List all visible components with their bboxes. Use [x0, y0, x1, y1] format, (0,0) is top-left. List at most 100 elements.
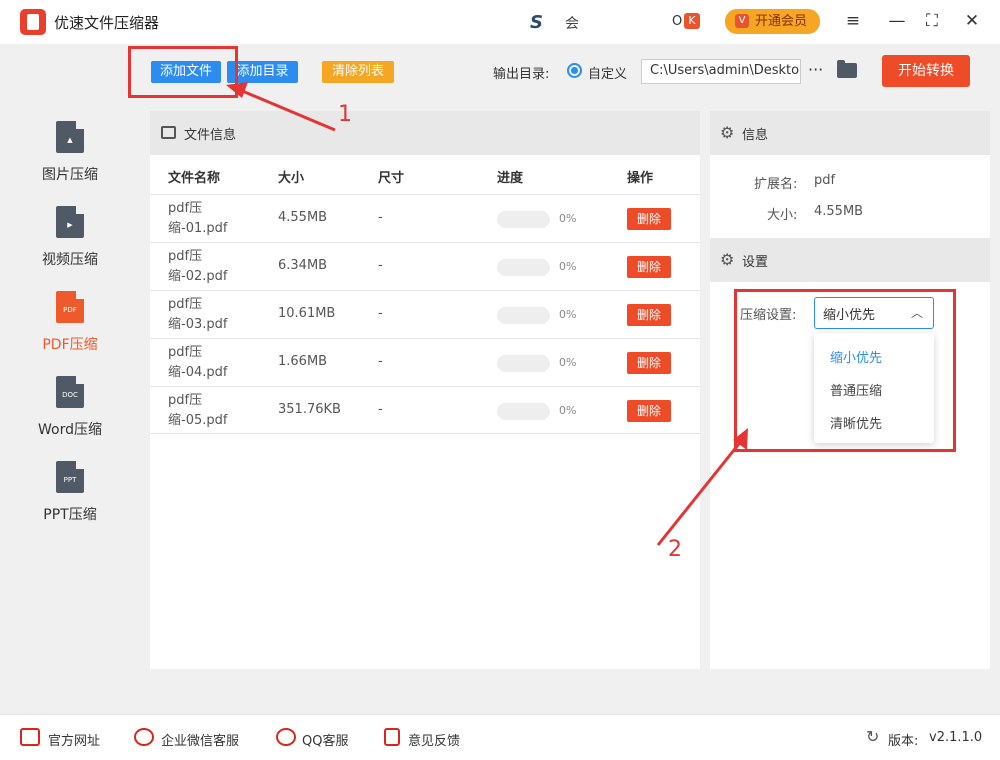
sidebar-item-label: PDF压缩: [42, 337, 98, 353]
progress-bar: [497, 211, 550, 228]
clear-list-button[interactable]: 清除列表: [322, 61, 394, 83]
video-file-icon: ▶: [56, 206, 84, 238]
delete-button[interactable]: 删除: [627, 208, 671, 230]
sidebar-item-label: PPT压缩: [43, 507, 97, 523]
progress-bar: [497, 307, 550, 324]
wechat-icon: [134, 728, 154, 746]
sidebar-item-pdf[interactable]: PDF PDF压缩: [0, 291, 140, 371]
website-link[interactable]: 官方网址: [48, 730, 100, 749]
annotation-number-1: 1: [338, 102, 352, 127]
output-dir-label: 输出目录:: [493, 67, 550, 82]
delete-button[interactable]: 删除: [627, 256, 671, 278]
file-name: pdf压缩-03.pdf: [168, 297, 228, 332]
file-size: 10.61MB: [278, 306, 336, 321]
size-label: 大小:: [767, 208, 798, 223]
table-row[interactable]: pdf压缩-02.pdf 6.34MB - 0% 删除: [150, 242, 700, 290]
file-dimensions: -: [378, 210, 383, 225]
table-row[interactable]: pdf压缩-04.pdf 1.66MB - 0% 删除: [150, 338, 700, 386]
progress-percent: 0%: [559, 260, 577, 273]
start-convert-button[interactable]: 开始转换: [882, 55, 970, 87]
annotation-box-1: [128, 46, 238, 98]
ext-value: pdf: [814, 173, 836, 188]
annotation-box-2: [734, 289, 956, 452]
sidebar-item-ppt[interactable]: PPT PPT压缩: [0, 461, 140, 541]
file-dimensions: -: [378, 402, 383, 417]
delete-button[interactable]: 删除: [627, 400, 671, 422]
col-header-dimensions: 尺寸: [378, 171, 405, 186]
more-icon[interactable]: ···: [808, 60, 823, 79]
col-header-progress: 进度: [497, 171, 524, 186]
progress-bar: [497, 259, 550, 276]
file-panel-header: 文件信息: [150, 111, 700, 155]
vip-button[interactable]: V 开通会员: [725, 9, 820, 34]
gear-icon: ⚙: [720, 250, 735, 269]
file-name: pdf压缩-05.pdf: [168, 393, 228, 428]
close-icon[interactable]: ✕: [961, 10, 983, 32]
menu-icon[interactable]: ≡: [842, 10, 864, 32]
size-value: 4.55MB: [814, 204, 864, 219]
file-size: 351.76KB: [278, 402, 341, 417]
file-size: 1.66MB: [278, 354, 328, 369]
app-logo-icon: [20, 9, 46, 35]
custom-radio[interactable]: [567, 63, 582, 78]
pdf-file-icon: PDF: [56, 291, 84, 323]
sidebar-item-label: 图片压缩: [42, 167, 98, 183]
info-panel-title: 信息: [742, 128, 769, 143]
sidebar-item-label: Word压缩: [38, 422, 102, 438]
app-title: 优速文件压缩器: [54, 14, 160, 32]
image-file-icon: ▲: [56, 121, 84, 153]
center-logo-icon: S: [530, 12, 543, 33]
ext-label: 扩展名:: [754, 177, 798, 192]
minimize-icon[interactable]: —: [886, 10, 908, 32]
delete-button[interactable]: 删除: [627, 352, 671, 374]
col-header-action: 操作: [627, 171, 654, 186]
vip-icon: V: [735, 14, 749, 28]
ppt-file-icon: PPT: [56, 461, 84, 493]
qq-support-link[interactable]: QQ客服: [302, 730, 348, 749]
progress-percent: 0%: [559, 212, 577, 225]
badge-k-icon[interactable]: K: [684, 13, 700, 29]
sidebar-item-image[interactable]: ▲ 图片压缩: [0, 121, 140, 201]
file-list-panel: 文件信息 文件名称 大小 尺寸 进度 操作 pdf压缩-01.pdf 4.55M…: [150, 111, 700, 669]
file-name: pdf压缩-01.pdf: [168, 201, 228, 236]
settings-panel-title: 设置: [742, 255, 769, 270]
sidebar-item-word[interactable]: DOC Word压缩: [0, 376, 140, 456]
file-dimensions: -: [378, 306, 383, 321]
qq-icon: [276, 728, 296, 746]
output-path-input[interactable]: C:\Users\admin\Deskto: [641, 59, 801, 84]
delete-button[interactable]: 删除: [627, 304, 671, 326]
website-icon: [20, 728, 40, 746]
col-header-name: 文件名称: [168, 171, 221, 186]
table-row[interactable]: pdf压缩-03.pdf 10.61MB - 0% 删除: [150, 290, 700, 338]
file-size: 6.34MB: [278, 258, 328, 273]
progress-bar: [497, 355, 550, 372]
wechat-support-link[interactable]: 企业微信客服: [161, 730, 239, 749]
version-label: 版本:: [888, 734, 919, 749]
table-row[interactable]: pdf压缩-01.pdf 4.55MB - 0% 删除: [150, 194, 700, 242]
file-name: pdf压缩-02.pdf: [168, 249, 228, 284]
file-dimensions: -: [378, 258, 383, 273]
info-panel-header: ⚙ 信息: [710, 111, 990, 155]
doc-file-icon: DOC: [56, 376, 84, 408]
progress-percent: 0%: [559, 356, 577, 369]
image-icon: [161, 126, 176, 139]
file-size: 4.55MB: [278, 210, 328, 225]
badge-o: O: [672, 14, 683, 29]
progress-bar: [497, 403, 550, 420]
custom-radio-label[interactable]: 自定义: [588, 63, 627, 82]
feedback-icon: [384, 728, 400, 746]
footer: 官方网址 企业微信客服 QQ客服 意见反馈 ↻ 版本: v2.1.1.0: [0, 714, 1000, 760]
version-value: v2.1.1.0: [929, 730, 983, 745]
table-row[interactable]: pdf压缩-05.pdf 351.76KB - 0% 删除: [150, 386, 700, 434]
center-text: 会: [565, 16, 579, 32]
folder-icon[interactable]: [837, 60, 857, 78]
refresh-icon[interactable]: ↻: [866, 727, 879, 746]
sidebar-item-label: 视频压缩: [42, 252, 98, 268]
file-panel-title: 文件信息: [184, 128, 237, 143]
feedback-link[interactable]: 意见反馈: [408, 730, 460, 749]
maximize-icon[interactable]: ⛶: [921, 10, 943, 32]
settings-panel-header: ⚙ 设置: [710, 238, 990, 282]
file-name: pdf压缩-04.pdf: [168, 345, 228, 380]
col-header-size: 大小: [278, 171, 305, 186]
sidebar-item-video[interactable]: ▶ 视频压缩: [0, 206, 140, 286]
